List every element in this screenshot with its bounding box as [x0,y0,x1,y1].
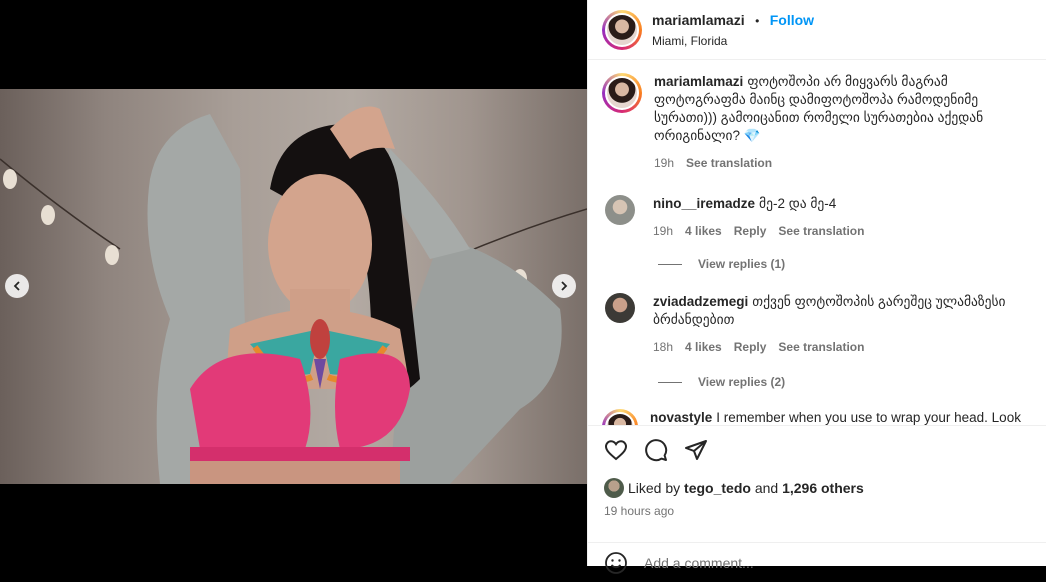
action-bar [588,426,1046,462]
post-header: mariamlamazi • Follow Miami, Florida [588,0,1046,60]
commenter-avatar[interactable] [605,293,635,323]
likes-summary: Liked by tego_tedo and 1,296 others [588,478,1046,498]
separator-dot: • [755,13,760,28]
see-translation-link[interactable]: See translation [778,338,864,356]
post-photo[interactable] [0,89,587,484]
actions-section: Liked by tego_tedo and 1,296 others 19 h… [588,425,1046,574]
reply-button[interactable]: Reply [734,222,767,240]
share-paper-plane-icon[interactable] [684,438,708,462]
post-location[interactable]: Miami, Florida [652,34,814,48]
author-avatar[interactable] [602,73,642,113]
post-details-panel: mariamlamazi • Follow Miami, Florida mar… [587,0,1046,574]
chevron-right-icon [561,281,568,291]
author-username[interactable]: mariamlamazi [652,12,745,28]
follow-button[interactable]: Follow [770,12,814,28]
add-comment-bar [588,542,1046,582]
divider-line [658,263,682,265]
comment-item: nino__iremadze მე-2 და მე-4 19h 4 likes R… [605,195,1033,240]
see-translation-link[interactable]: See translation [778,222,864,240]
divider-line [658,381,682,383]
view-replies-button[interactable]: View replies (2) [658,375,785,389]
comment-time[interactable]: 19h [653,222,673,240]
see-translation-link[interactable]: See translation [686,154,772,172]
comment-time[interactable]: 18h [653,338,673,356]
commenter-avatar[interactable] [605,195,635,225]
reply-button[interactable]: Reply [734,338,767,356]
comment-item: zviadadzemegi თქვენ ფოტოშოპის გარეშეც ულა… [605,293,1033,356]
previous-slide-button[interactable] [5,274,29,298]
post-timestamp[interactable]: 19 hours ago [588,504,1046,518]
comment-likes[interactable]: 4 likes [685,222,722,240]
post-modal: mariamlamazi • Follow Miami, Florida mar… [0,0,1046,574]
media-pane [0,0,587,566]
caption-username[interactable]: mariamlamazi [654,74,743,89]
liker-avatar[interactable] [604,478,624,498]
comment-item: novastyle I remember when you use to wrap… [602,409,1033,425]
comment-username[interactable]: nino__iremadze [653,196,755,211]
comments-list[interactable]: mariamlamazi ფოტოშოპი არ მიყვარს მაგრამ ფ… [588,61,1046,425]
author-avatar[interactable] [602,9,642,50]
comment-text: მე-2 და მე-4 [759,196,837,211]
view-replies-button[interactable]: View replies (1) [658,257,785,271]
like-heart-icon[interactable] [604,438,628,462]
comment-username[interactable]: zviadadzemegi [653,294,748,309]
commenter-avatar[interactable] [602,409,638,425]
comment-username[interactable]: novastyle [650,410,712,425]
comment-text: I remember when you use to wrap your hea… [716,410,1021,425]
caption-time[interactable]: 19h [654,154,674,172]
caption: mariamlamazi ფოტოშოპი არ მიყვარს მაგრამ ფ… [602,73,1033,172]
chevron-left-icon [13,281,20,291]
next-slide-button[interactable] [552,274,576,298]
liked-by-user[interactable]: tego_tedo [684,480,751,496]
comment-likes[interactable]: 4 likes [685,338,722,356]
comment-bubble-icon[interactable] [644,438,668,462]
others-count-link[interactable]: 1,296 others [782,480,864,496]
and-text: and [754,480,779,496]
view-replies-label: View replies (1) [698,257,786,271]
view-replies-label: View replies (2) [698,375,786,389]
emoji-smiley-icon[interactable] [604,551,628,575]
liked-by-prefix: Liked by [628,480,681,496]
add-comment-input[interactable] [644,554,1004,571]
